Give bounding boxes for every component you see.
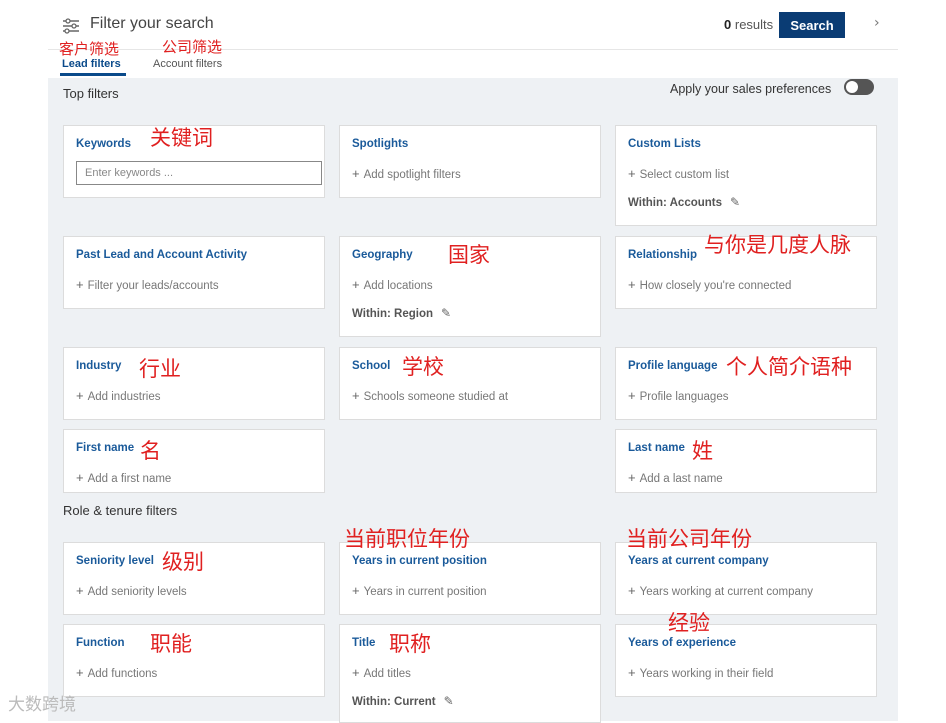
search-button[interactable]: Search	[779, 12, 845, 38]
title-card[interactable]: Title + Add titles Within: Current ✎	[339, 624, 601, 723]
plus-icon: +	[628, 665, 636, 680]
plus-icon: +	[352, 665, 360, 680]
plus-icon: +	[628, 470, 636, 485]
last-name-title: Last name	[628, 442, 685, 454]
role-tenure-title: Role & tenure filters	[63, 503, 178, 518]
years-experience-add[interactable]: + Years working in their field	[628, 665, 773, 680]
tab-lead-filters[interactable]: Lead filters	[62, 58, 121, 70]
watermark: 大数跨境	[8, 695, 76, 715]
toggle-knob	[846, 81, 858, 93]
last-name-add[interactable]: + Add a last name	[628, 470, 723, 485]
plus-icon: +	[352, 277, 360, 292]
years-company-add[interactable]: + Years working at current company	[628, 583, 813, 598]
years-experience-title: Years of experience	[628, 637, 737, 649]
relationship-add[interactable]: + How closely you're connected	[628, 277, 791, 292]
annotation-profile-language: 个人简介语种	[726, 355, 852, 379]
years-position-title: Years in current position	[352, 555, 487, 567]
geography-add[interactable]: + Add locations	[352, 277, 433, 292]
spotlights-add[interactable]: + Add spotlight filters	[352, 166, 461, 181]
annotation-industry: 行业	[139, 357, 181, 381]
first-name-card[interactable]: First name + Add a first name	[63, 429, 325, 493]
results-count: 0 results	[724, 17, 774, 32]
pencil-icon[interactable]: ✎	[444, 694, 454, 708]
annotation-years-position: 当前职位年份	[344, 527, 470, 551]
years-experience-card[interactable]: Years of experience + Years working in th…	[615, 624, 877, 697]
plus-icon: +	[76, 277, 84, 292]
custom-lists-title: Custom Lists	[628, 138, 701, 150]
custom-lists-within[interactable]: Within: Accounts ✎	[628, 195, 740, 209]
last-name-card[interactable]: Last name + Add a last name	[615, 429, 877, 493]
spotlights-card[interactable]: Spotlights + Add spotlight filters	[339, 125, 601, 198]
annotation-lead-filters: 客户筛选	[59, 40, 120, 58]
plus-icon: +	[628, 166, 636, 181]
sales-preferences-label: Apply your sales preferences	[670, 82, 832, 96]
first-name-title: First name	[76, 442, 135, 454]
profile-language-add[interactable]: + Profile languages	[628, 388, 728, 403]
school-card[interactable]: School + Schools someone studied at	[339, 347, 601, 420]
chevron-right-icon[interactable]: ›	[874, 15, 880, 31]
function-card[interactable]: Function + Add functions	[63, 624, 325, 697]
custom-lists-add[interactable]: + Select custom list	[628, 166, 729, 181]
years-position-add[interactable]: + Years in current position	[352, 583, 487, 598]
sales-preferences-toggle[interactable]	[844, 79, 874, 95]
geography-title: Geography	[352, 249, 413, 261]
industry-title: Industry	[76, 360, 122, 372]
keywords-input[interactable]: Enter keywords ...	[76, 161, 322, 185]
keywords-title: Keywords	[76, 138, 131, 150]
profile-language-title: Profile language	[628, 360, 718, 372]
title-add[interactable]: + Add titles	[352, 665, 411, 680]
filters-panel: Top filters Apply your sales preferences…	[48, 78, 898, 723]
tab-account-filters[interactable]: Account filters	[153, 58, 222, 70]
plus-icon: +	[628, 277, 636, 292]
annotation-first-name: 名	[140, 439, 161, 463]
custom-lists-card[interactable]: Custom Lists + Select custom list Within:…	[615, 125, 877, 226]
school-title: School	[352, 360, 391, 372]
title-filter-title: Title	[352, 637, 376, 649]
plus-icon: +	[628, 388, 636, 403]
plus-icon: +	[352, 388, 360, 403]
past-activity-card[interactable]: Past Lead and Account Activity + Filter y…	[63, 236, 325, 309]
plus-icon: +	[628, 583, 636, 598]
function-title: Function	[76, 637, 125, 649]
title-within[interactable]: Within: Current ✎	[352, 694, 454, 708]
first-name-add[interactable]: + Add a first name	[76, 470, 171, 485]
past-activity-add[interactable]: + Filter your leads/accounts	[76, 277, 219, 292]
annotation-years-experience: 经验	[668, 611, 710, 635]
annotation-title: 职称	[389, 632, 431, 656]
pencil-icon[interactable]: ✎	[730, 195, 740, 209]
years-company-title: Years at current company	[628, 555, 769, 567]
past-activity-title: Past Lead and Account Activity	[76, 249, 248, 261]
plus-icon: +	[76, 665, 84, 680]
filter-sliders-icon	[63, 18, 79, 34]
pencil-icon[interactable]: ✎	[441, 306, 451, 320]
annotation-school: 学校	[402, 355, 444, 379]
active-tab-indicator	[60, 73, 126, 76]
annotation-keywords: 关键词	[150, 126, 213, 150]
geography-within[interactable]: Within: Region ✎	[352, 306, 451, 320]
industry-add[interactable]: + Add industries	[76, 388, 160, 403]
annotation-function: 职能	[150, 632, 192, 656]
school-add[interactable]: + Schools someone studied at	[352, 388, 508, 403]
plus-icon: +	[76, 470, 84, 485]
annotation-last-name: 姓	[692, 439, 713, 463]
annotation-years-company: 当前公司年份	[626, 527, 752, 551]
annotation-seniority: 级别	[162, 550, 204, 574]
top-filters-title: Top filters	[63, 86, 119, 101]
annotation-geography: 国家	[448, 243, 490, 267]
seniority-add[interactable]: + Add seniority levels	[76, 583, 187, 598]
plus-icon: +	[76, 388, 84, 403]
function-add[interactable]: + Add functions	[76, 665, 157, 680]
annotation-account-filters: 公司筛选	[162, 38, 223, 56]
filter-title: Filter your search	[90, 15, 214, 32]
plus-icon: +	[76, 583, 84, 598]
plus-icon: +	[352, 583, 360, 598]
plus-icon: +	[352, 166, 360, 181]
seniority-title: Seniority level	[76, 555, 154, 567]
spotlights-title: Spotlights	[352, 138, 409, 150]
industry-card[interactable]: Industry + Add industries	[63, 347, 325, 420]
annotation-relationship: 与你是几度人脉	[704, 233, 851, 257]
relationship-title: Relationship	[628, 249, 698, 261]
